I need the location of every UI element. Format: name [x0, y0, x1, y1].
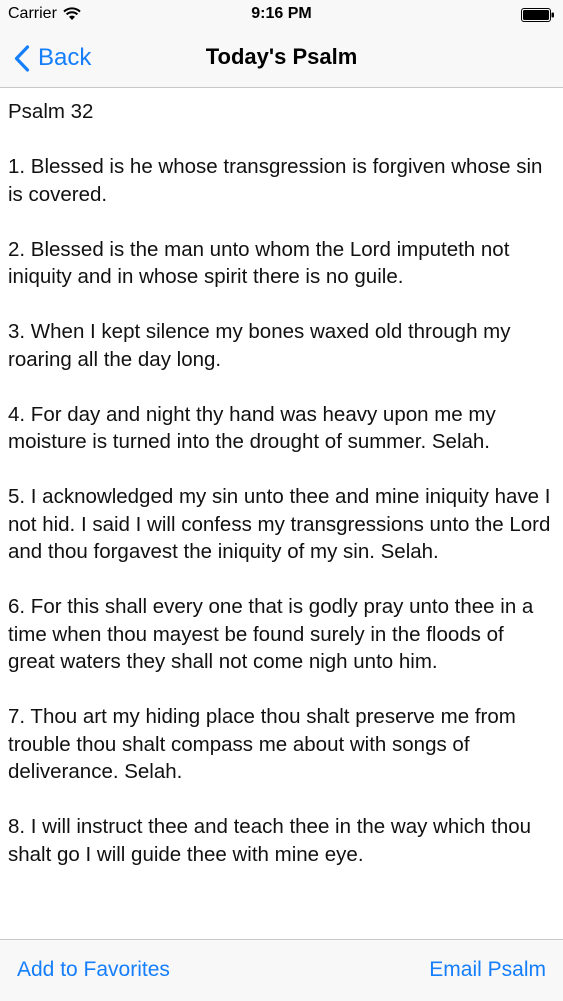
psalm-verse: 3. When I kept silence my bones waxed ol…: [8, 320, 511, 371]
add-to-favorites-button[interactable]: Add to Favorites: [17, 958, 170, 982]
bottom-toolbar: Add to Favorites Email Psalm: [0, 939, 563, 1001]
status-time: 9:16 PM: [251, 5, 312, 22]
status-bar: Carrier 9:16 PM: [0, 0, 563, 30]
psalm-verse: 8. I will instruct thee and teach thee i…: [8, 815, 532, 866]
psalm-verse: 5. I acknowledged my sin unto thee and m…: [8, 485, 551, 563]
battery-icon: [521, 8, 554, 22]
psalm-title: Psalm 32: [8, 100, 94, 123]
psalm-text-view[interactable]: Psalm 32 1. Blessed is he whose transgre…: [0, 88, 563, 939]
navigation-bar: Back Today's Psalm: [0, 30, 563, 88]
psalm-verse: 7. Thou art my hiding place thou shalt p…: [8, 705, 516, 783]
page-title: Today's Psalm: [205, 44, 358, 69]
psalm-verse: 1. Blessed is he whose transgression is …: [8, 155, 543, 206]
psalm-verse: 2. Blessed is the man unto whom the Lord…: [8, 237, 510, 289]
psalm-verse: 4. For day and night thy hand was heavy …: [8, 402, 496, 454]
email-psalm-button[interactable]: Email Psalm: [429, 958, 546, 982]
psalm-verse: 6. For this shall every one that is godl…: [8, 595, 534, 673]
